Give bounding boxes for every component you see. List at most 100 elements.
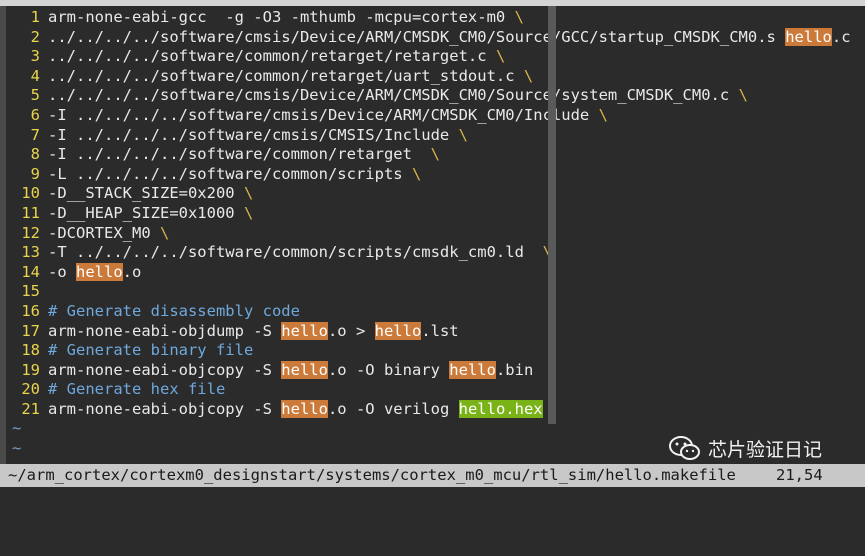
- code-line[interactable]: 11 -D__HEAP_SIZE=0x1000 \: [6, 204, 558, 224]
- code-line[interactable]: 14 -o hello.o: [6, 262, 558, 283]
- code-text: -I ../../../../software/cmsis/Device/ARM…: [48, 105, 599, 124]
- empty-buffer-line: ~: [6, 419, 558, 439]
- code-line[interactable]: 3 ../../../../software/common/retarget/re…: [6, 47, 558, 67]
- line-number: 14: [21, 262, 40, 281]
- code-line[interactable]: 19 arm-none-eabi-objcopy -S hello.o -O bi…: [6, 360, 558, 381]
- code-text: -DCORTEX_M0: [48, 223, 160, 242]
- status-cursor-position: 21,54: [776, 466, 823, 484]
- code-text: arm-none-eabi-objdump -S: [48, 321, 282, 340]
- code-line[interactable]: 20 # Generate hex file: [6, 380, 558, 400]
- line-number: 10: [21, 184, 40, 203]
- line-number: 12: [21, 223, 40, 242]
- vertical-split-separator: [548, 6, 556, 424]
- code-text: -T ../../../../software/common/scripts/c…: [48, 243, 543, 262]
- code-text: -D__STACK_SIZE=0x200: [48, 184, 244, 203]
- line-continuation: \: [430, 145, 440, 164]
- line-continuation: \: [159, 223, 170, 242]
- search-match: hello: [281, 360, 328, 379]
- code-text: ../../../../software/common/retarget/uar…: [48, 66, 524, 85]
- code-line[interactable]: 4 ../../../../software/common/retarget/ua…: [6, 67, 558, 87]
- line-continuation: \: [495, 47, 506, 66]
- line-continuation: \: [243, 184, 254, 203]
- code-text: arm-none-eabi-objcopy -S: [48, 360, 282, 379]
- search-match: hello: [76, 262, 123, 281]
- line-number: 2: [30, 27, 40, 46]
- line-number: 13: [21, 243, 40, 262]
- buffer-lines[interactable]: 1 arm-none-eabi-gcc -g -O3 -mthumb -mcpu=…: [6, 8, 851, 459]
- line-number: 19: [21, 360, 40, 379]
- comment-text: # Generate binary file: [48, 341, 254, 360]
- search-match: hello: [449, 360, 496, 379]
- code-text: .bin: [495, 360, 534, 379]
- code-text: arm-none-eabi-objcopy -S: [48, 399, 282, 418]
- search-match: hello: [281, 321, 328, 340]
- line-number: 18: [21, 341, 40, 360]
- line-number: 5: [30, 86, 40, 105]
- code-line[interactable]: 2 ../../../../software/cmsis/Device/ARM/C…: [6, 27, 851, 48]
- code-text: ../../../../software/common/retarget/ret…: [48, 47, 496, 66]
- line-number: 21: [21, 399, 40, 418]
- line-continuation: \: [738, 86, 748, 105]
- code-line[interactable]: 10 -D__STACK_SIZE=0x200 \: [6, 184, 558, 204]
- watermark-text: 芯片验证日记: [708, 438, 823, 461]
- empty-buffer-line: ~: [6, 439, 558, 459]
- code-text: .c: [831, 27, 851, 46]
- tilde-marker: ~: [12, 419, 22, 438]
- code-text: .o: [122, 262, 142, 281]
- watermark: 芯片验证日记: [668, 433, 822, 463]
- code-line[interactable]: 15: [6, 282, 558, 302]
- code-text: -o: [48, 262, 76, 281]
- line-continuation: \: [523, 66, 534, 85]
- code-line[interactable]: 21 arm-none-eabi-objcopy -S hello.o -O ve…: [6, 399, 558, 420]
- comment-text: # Generate disassembly code: [48, 301, 300, 320]
- code-text: .lst: [421, 321, 459, 340]
- code-text: .o -O verilog: [327, 399, 459, 418]
- code-text: arm-none-eabi-gcc -g -O3 -mthumb -mcpu=c…: [48, 8, 515, 26]
- line-number: 6: [30, 105, 40, 124]
- tilde-marker: ~: [12, 439, 22, 458]
- search-match: hello: [281, 399, 328, 418]
- line-number: 3: [30, 47, 40, 66]
- search-match: hello: [374, 321, 422, 340]
- current-search-match: hello.hex: [458, 399, 543, 418]
- code-line[interactable]: 12 -DCORTEX_M0 \: [6, 224, 558, 244]
- line-continuation: \: [598, 105, 608, 124]
- line-continuation: \: [411, 164, 422, 183]
- line-number: 9: [30, 164, 40, 183]
- code-line[interactable]: 5 ../../../../software/cmsis/Device/ARM/C…: [6, 86, 748, 106]
- line-number: 11: [21, 203, 40, 222]
- code-text: -I ../../../../software/cmsis/CMSIS/Incl…: [48, 125, 459, 144]
- code-text: .o -O binary: [327, 360, 450, 379]
- line-continuation: \: [458, 125, 468, 144]
- code-line[interactable]: 16 # Generate disassembly code: [6, 302, 558, 322]
- vim-editor[interactable]: 1 arm-none-eabi-gcc -g -O3 -mthumb -mcpu=…: [0, 0, 865, 487]
- line-number: 15: [21, 282, 40, 301]
- line-continuation: \: [243, 203, 254, 222]
- status-file-path: ~/arm_cortex/cortexm0_designstart/system…: [8, 466, 736, 484]
- status-bar: ~/arm_cortex/cortexm0_designstart/system…: [0, 464, 865, 487]
- line-number: 16: [21, 301, 40, 320]
- line-number: 1: [30, 8, 40, 26]
- top-border: [0, 0, 865, 6]
- code-line[interactable]: 6 -I ../../../../software/cmsis/Device/AR…: [6, 105, 608, 126]
- line-continuation: \: [514, 8, 524, 26]
- wechat-icon: [669, 436, 700, 460]
- line-number: 4: [30, 66, 40, 85]
- line-number: 7: [30, 125, 40, 144]
- code-line[interactable]: 1 arm-none-eabi-gcc -g -O3 -mthumb -mcpu=…: [6, 8, 558, 28]
- code-line[interactable]: 13 -T ../../../../software/common/scripts…: [6, 243, 558, 263]
- code-line[interactable]: 17 arm-none-eabi-objdump -S hello.o > hel…: [6, 321, 558, 342]
- line-number: 17: [21, 321, 40, 340]
- comment-text: # Generate hex file: [48, 380, 226, 399]
- line-number: 20: [21, 380, 40, 399]
- search-match: hello: [785, 27, 832, 46]
- code-text: .o >: [327, 321, 375, 340]
- code-line[interactable]: 9 -L ../../../../software/common/scripts …: [6, 165, 558, 185]
- code-text: -D__HEAP_SIZE=0x1000: [48, 203, 244, 222]
- code-text: ../../../../software/cmsis/Device/ARM/CM…: [48, 27, 786, 46]
- code-line[interactable]: 18 # Generate binary file: [6, 341, 558, 361]
- code-text: -L ../../../../software/common/scripts: [48, 164, 412, 183]
- code-text: -I ../../../../software/common/retarget: [48, 145, 431, 164]
- code-line[interactable]: 7 -I ../../../../software/cmsis/CMSIS/Inc…: [6, 126, 558, 146]
- code-line[interactable]: 8 -I ../../../../software/common/retarget…: [6, 145, 558, 165]
